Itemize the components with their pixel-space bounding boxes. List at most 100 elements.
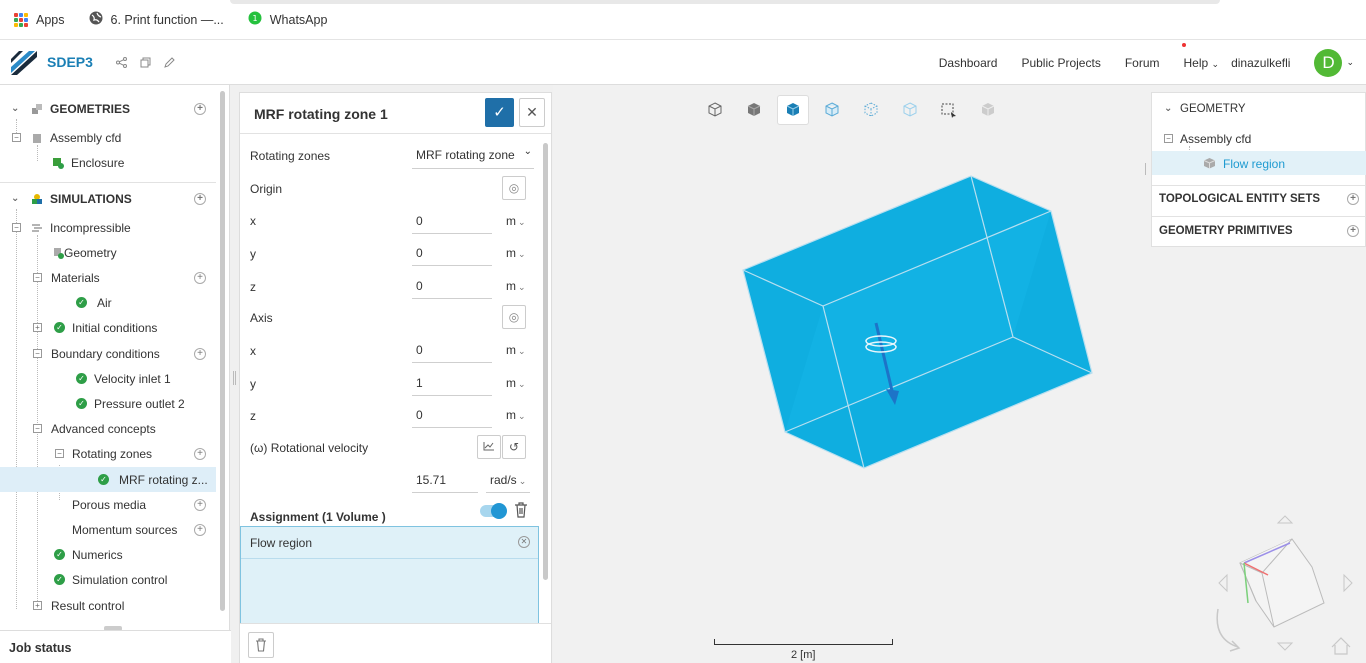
expand-icon[interactable]: + xyxy=(33,323,42,332)
tree-item-geometry[interactable]: Geometry xyxy=(0,240,216,265)
origin-y-label: y xyxy=(250,247,256,261)
bookmark-apps[interactable]: Apps xyxy=(14,12,65,27)
tree-item-pressure-outlet[interactable]: ✓ Pressure outlet 2 xyxy=(0,391,216,416)
axis-z-input[interactable]: 0 xyxy=(416,408,423,422)
flow-region-row[interactable]: Flow region xyxy=(1152,151,1366,175)
simulations-icon xyxy=(32,193,42,204)
copy-icon[interactable] xyxy=(139,55,153,69)
tree-item-assembly[interactable]: − Assembly cfd xyxy=(0,125,216,150)
right-panel-grip[interactable] xyxy=(1145,163,1148,175)
tree-scrollbar[interactable] xyxy=(220,91,225,611)
tree-item-momentum-sources[interactable]: Momentum sources + xyxy=(0,517,216,542)
panel-scrollbar[interactable] xyxy=(543,143,548,580)
axis-x-input[interactable]: 0 xyxy=(416,343,423,357)
tree-item-boundary-conditions[interactable]: − Boundary conditions + xyxy=(0,341,216,366)
panel-splitter[interactable] xyxy=(231,85,239,663)
rotate-free-icon[interactable] xyxy=(1216,608,1241,652)
job-status[interactable]: Job status xyxy=(0,630,231,663)
project-name[interactable]: SDEP3 xyxy=(47,54,93,70)
tree-item-air[interactable]: ✓ Air xyxy=(0,290,216,315)
origin-z-input[interactable]: 0 xyxy=(416,279,423,293)
pick-axis-button[interactable]: ◎ xyxy=(502,305,526,329)
geometry-panel: ⌄ GEOMETRY − Assembly cfd Flow region TO… xyxy=(1151,92,1366,247)
axis-x-unit[interactable]: m ⌄ xyxy=(506,343,526,357)
rotate-right-icon[interactable] xyxy=(1343,573,1353,593)
collapse-icon[interactable]: − xyxy=(33,424,42,433)
collapse-icon[interactable]: − xyxy=(55,449,64,458)
add-material-icon[interactable]: + xyxy=(194,271,206,284)
add-simulation-icon[interactable]: + xyxy=(194,192,206,205)
view-navigation-cube[interactable] xyxy=(1208,509,1366,663)
chevron-down-icon[interactable]: ⌄ xyxy=(1164,103,1172,114)
chevron-down-icon[interactable]: ⌄ xyxy=(11,103,19,114)
add-entity-set-icon[interactable]: + xyxy=(1347,193,1359,205)
rotating-zones-select[interactable]: MRF rotating zone ⌄ xyxy=(416,146,532,162)
avatar-chevron-icon[interactable]: ⌄ xyxy=(1346,57,1354,68)
axis-y-unit[interactable]: m ⌄ xyxy=(506,376,526,390)
pick-origin-button[interactable]: ◎ xyxy=(502,176,526,200)
table-input-button[interactable] xyxy=(477,435,501,459)
confirm-button[interactable]: ✓ xyxy=(485,98,514,127)
chevron-down-icon[interactable]: ⌄ xyxy=(11,193,19,204)
rotational-velocity-input[interactable]: 15.71 xyxy=(416,473,446,487)
nav-dashboard[interactable]: Dashboard xyxy=(939,56,998,70)
assignment-toggle[interactable] xyxy=(480,503,507,519)
axis-y-input[interactable]: 1 xyxy=(416,376,423,390)
avatar[interactable]: D xyxy=(1314,48,1343,77)
tree-item-mrf-rotating-zone[interactable]: ✓ MRF rotating z... xyxy=(0,467,216,492)
share-icon[interactable] xyxy=(115,55,129,69)
remove-icon[interactable]: ✕ xyxy=(518,536,530,548)
rotational-velocity-unit[interactable]: rad/s ⌄ xyxy=(490,473,526,487)
tree-item-materials[interactable]: − Materials + xyxy=(0,265,216,290)
tree-item-numerics[interactable]: ✓ Numerics xyxy=(0,542,216,567)
reset-button[interactable]: ↺ xyxy=(502,435,526,459)
trash-icon[interactable] xyxy=(514,502,528,518)
nav-forum[interactable]: Forum xyxy=(1125,56,1160,70)
rotate-left-icon[interactable] xyxy=(1218,573,1228,593)
tree-item-simulation-control[interactable]: ✓ Simulation control xyxy=(0,567,216,592)
tree-item-initial-conditions[interactable]: + ✓ Initial conditions xyxy=(0,315,216,340)
user-name[interactable]: dinazulkefli xyxy=(1231,56,1290,70)
add-rotating-zone-icon[interactable]: + xyxy=(194,447,206,460)
tree-item-rotating-zones[interactable]: − Rotating zones + xyxy=(0,441,216,466)
origin-z-unit[interactable]: m ⌄ xyxy=(506,279,526,293)
collapse-icon[interactable]: − xyxy=(33,273,42,282)
tree-item-porous-media[interactable]: Porous media + xyxy=(0,492,216,517)
add-boundary-condition-icon[interactable]: + xyxy=(194,347,206,360)
edit-pencil-icon[interactable] xyxy=(163,55,177,69)
nav-public-projects[interactable]: Public Projects xyxy=(1021,56,1100,70)
origin-x-unit[interactable]: m ⌄ xyxy=(506,214,526,228)
rotate-down-icon[interactable] xyxy=(1276,642,1294,651)
rotate-up-icon[interactable] xyxy=(1276,515,1294,524)
simscale-logo-icon[interactable] xyxy=(9,47,39,77)
home-icon[interactable] xyxy=(1331,637,1351,655)
add-porous-media-icon[interactable]: + xyxy=(194,498,206,511)
origin-y-unit[interactable]: m ⌄ xyxy=(506,246,526,260)
close-button[interactable]: ✕ xyxy=(519,98,545,127)
add-primitive-icon[interactable]: + xyxy=(1347,225,1359,237)
collapse-icon[interactable]: − xyxy=(12,223,21,232)
collapse-icon[interactable]: − xyxy=(1164,134,1173,143)
whatsapp-icon: 1 xyxy=(248,11,262,28)
tree-item-enclosure[interactable]: Enclosure xyxy=(0,150,216,175)
bookmark-print-function[interactable]: 6. Print function —... xyxy=(89,11,224,28)
bookmark-whatsapp[interactable]: 1 WhatsApp xyxy=(248,11,327,28)
tree-item-velocity-inlet[interactable]: ✓ Velocity inlet 1 xyxy=(0,366,216,391)
add-momentum-source-icon[interactable]: + xyxy=(194,523,206,536)
tree-item-advanced-concepts[interactable]: − Advanced concepts xyxy=(0,416,216,441)
origin-x-input[interactable]: 0 xyxy=(416,214,423,228)
delete-button[interactable] xyxy=(248,632,274,658)
nav-help[interactable]: Help ⌄ xyxy=(1184,56,1220,70)
collapse-icon[interactable]: − xyxy=(12,133,21,142)
axis-z-unit[interactable]: m ⌄ xyxy=(506,408,526,422)
assigned-entity[interactable]: Flow region ✕ xyxy=(241,527,538,559)
origin-y-input[interactable]: 0 xyxy=(416,246,423,260)
tree-item-result-control[interactable]: + Result control xyxy=(0,593,216,618)
collapse-icon[interactable]: − xyxy=(33,349,42,358)
add-geometry-icon[interactable]: + xyxy=(194,102,206,115)
expand-icon[interactable]: + xyxy=(33,601,42,610)
geometries-section[interactable]: ⌄ GEOMETRIES + xyxy=(0,96,216,121)
orientation-cube[interactable] xyxy=(1239,538,1325,628)
tree-item-incompressible[interactable]: − Incompressible xyxy=(0,215,216,240)
simulations-section[interactable]: ⌄ SIMULATIONS + xyxy=(0,186,216,211)
